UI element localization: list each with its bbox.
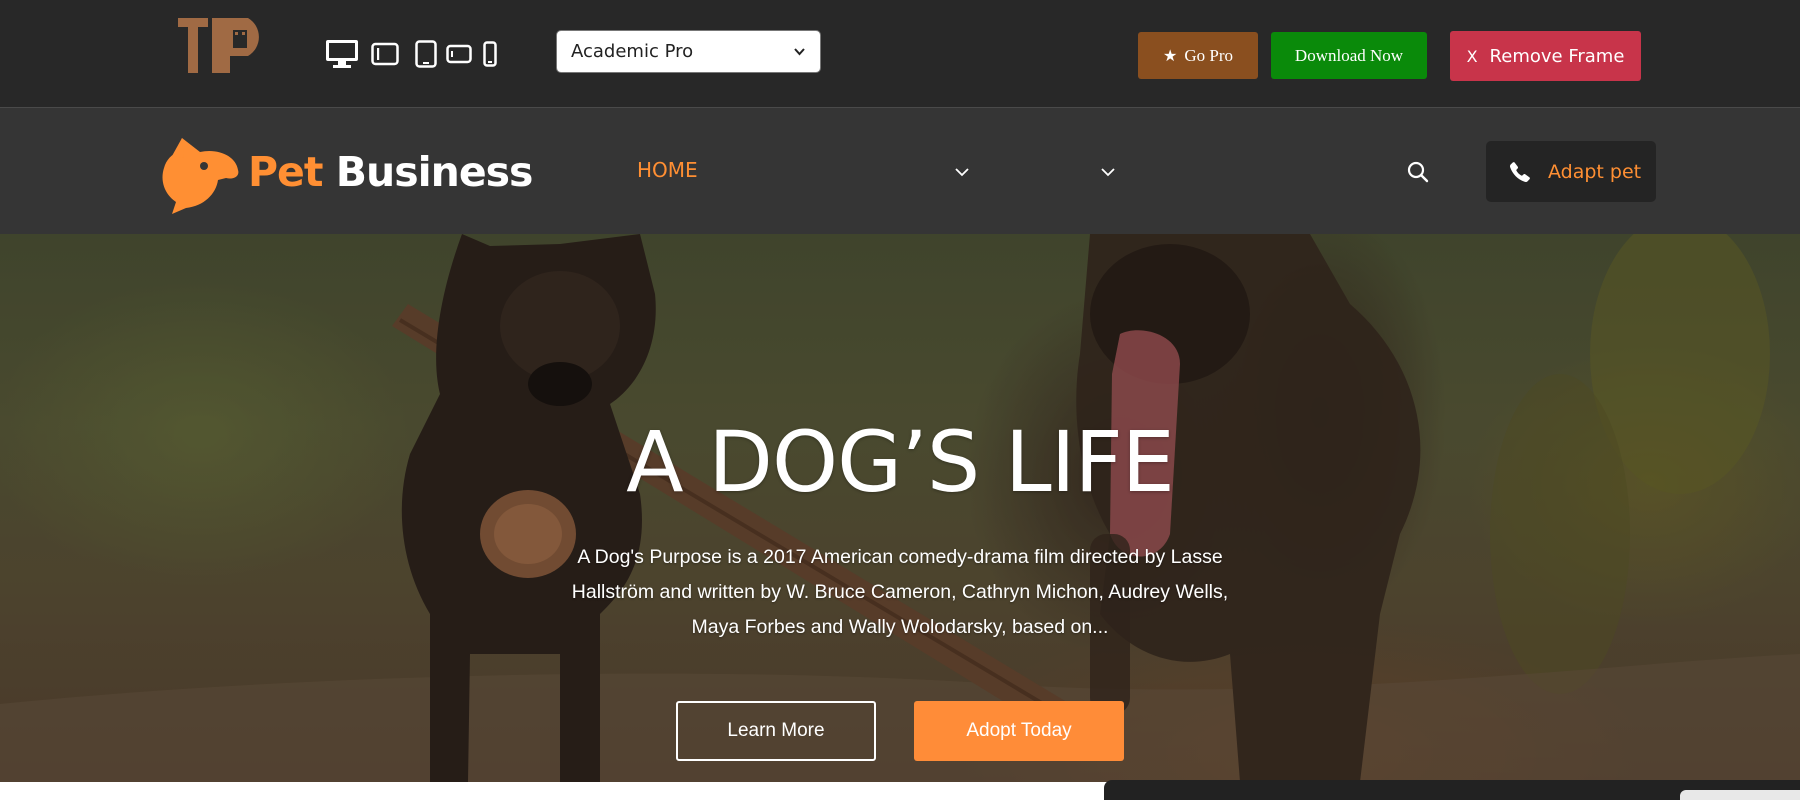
remove-frame-label: Remove Frame [1489, 45, 1625, 67]
tablet-landscape-icon[interactable] [446, 38, 472, 70]
nav-dropdown-chevron-icon[interactable] [1100, 166, 1116, 178]
demo-toolbar: Academic Pro ★ Go Pro Download Now X Rem… [0, 0, 1800, 108]
brand-name-part1: Pet [248, 148, 323, 196]
adopt-today-button[interactable]: Adopt Today [914, 701, 1124, 761]
mobile-icon[interactable] [482, 38, 498, 70]
theme-select[interactable]: Academic Pro [556, 30, 821, 73]
learn-more-button[interactable]: Learn More [676, 701, 876, 761]
hero-banner: A DOG’S LIFE A Dog's Purpose is a 2017 A… [0, 234, 1800, 782]
adopt-today-label: Adopt Today [966, 720, 1072, 741]
chevron-down-icon [794, 48, 805, 56]
nav-home[interactable]: HOME [637, 158, 698, 182]
download-now-label: Download Now [1294, 45, 1404, 65]
go-pro-button[interactable]: ★ Go Pro [1138, 32, 1258, 79]
theme-provider-logo[interactable] [178, 18, 270, 73]
brand-logo[interactable]: Pet Business [160, 130, 533, 214]
close-icon: X [1466, 46, 1478, 66]
hero-description: A Dog's Purpose is a 2017 American comed… [571, 546, 1229, 638]
laptop-icon[interactable] [370, 38, 400, 70]
brand-name-part2: Business [335, 148, 534, 196]
hero-title: A DOG’S LIFE [626, 413, 1175, 511]
adapt-pet-button[interactable]: Adapt pet [1486, 141, 1656, 202]
remove-frame-button[interactable]: X Remove Frame [1450, 31, 1641, 81]
download-now-button[interactable]: Download Now [1271, 32, 1427, 79]
theme-select-value: Academic Pro [571, 41, 694, 62]
desktop-icon[interactable] [324, 38, 360, 70]
bottom-drawer-tab[interactable] [1680, 790, 1800, 800]
search-icon[interactable] [1406, 160, 1430, 184]
dog-head-logo-icon [162, 138, 239, 214]
nav-dropdown-chevron-icon[interactable] [954, 166, 970, 178]
tablet-icon[interactable] [414, 38, 438, 70]
phone-icon [1510, 161, 1530, 182]
star-icon: ★ [1163, 47, 1178, 65]
brand-name: Pet Business [248, 148, 534, 196]
learn-more-label: Learn More [727, 720, 825, 741]
site-header: Pet Business HOME Adapt pet [0, 108, 1800, 234]
go-pro-label: Go Pro [1184, 45, 1233, 65]
adapt-pet-label: Adapt pet [1548, 160, 1642, 183]
